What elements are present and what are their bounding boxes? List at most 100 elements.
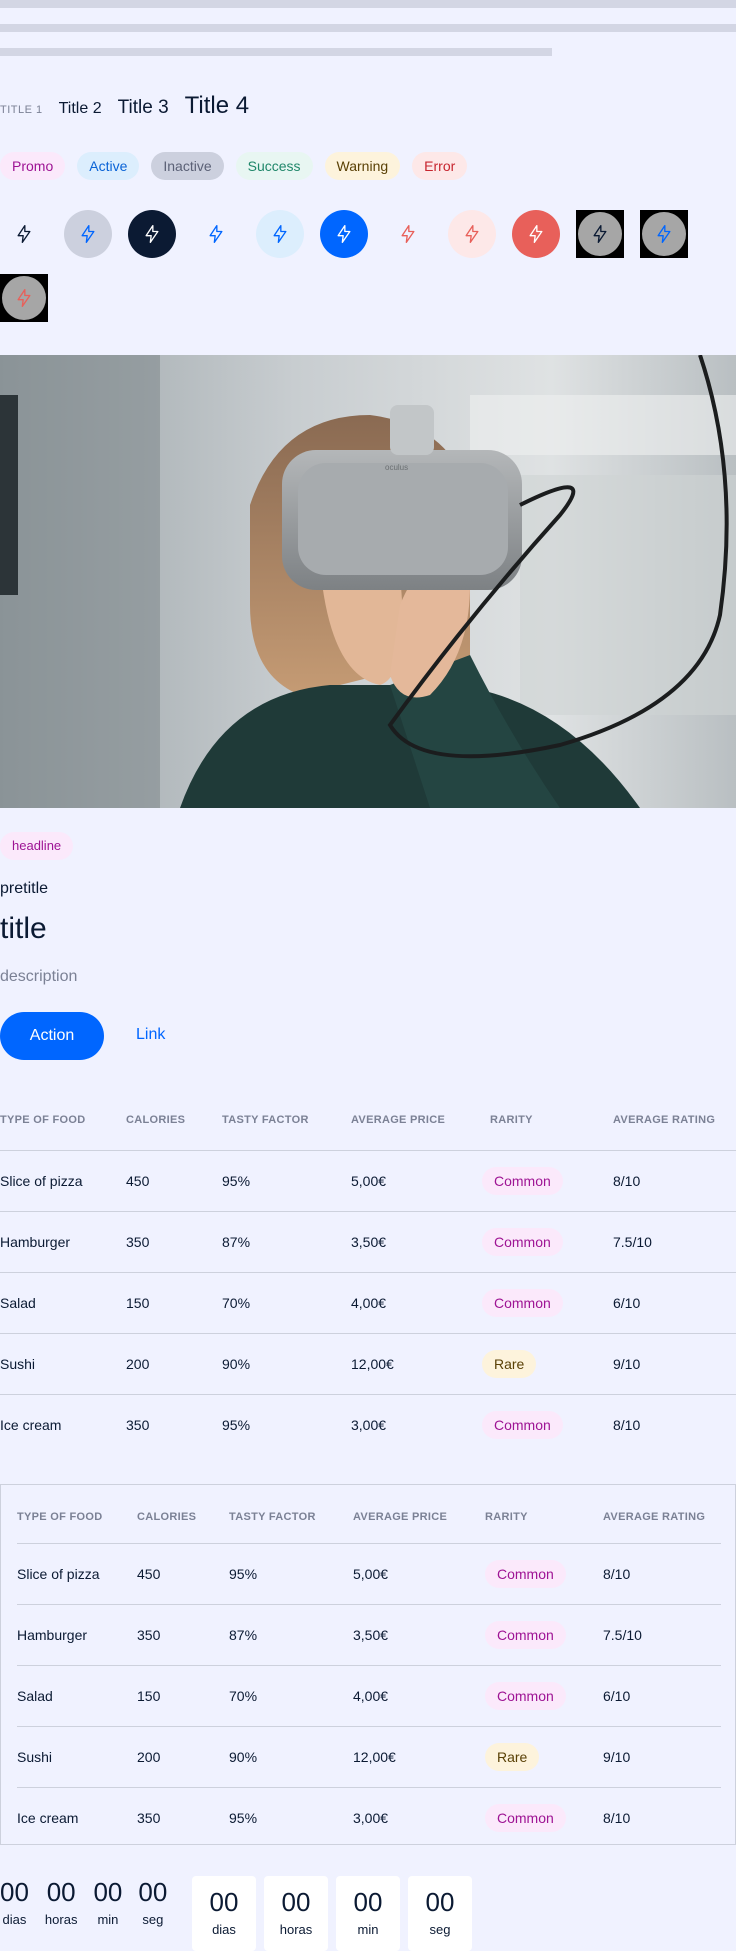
cell-tasty: 70% xyxy=(222,1271,351,1333)
skeleton-bar xyxy=(0,0,736,8)
table-row: Sushi 200 90% 12,00€ Rare 9/10 xyxy=(17,1725,721,1787)
table-row: Slice of pizza 450 95% 5,00€ Common 8/10 xyxy=(0,1149,736,1211)
icon-button-blue-filled[interactable] xyxy=(320,210,368,258)
lightning-icon xyxy=(145,225,159,243)
icon-button-blue-soft[interactable] xyxy=(256,210,304,258)
cell-food: Ice cream xyxy=(0,1393,126,1455)
countdown-box-minutes: 00 min xyxy=(336,1876,400,1951)
rarity-badge: Rare xyxy=(485,1742,540,1771)
cell-food: Hamburger xyxy=(0,1210,126,1272)
lightning-icon xyxy=(465,225,479,243)
cell-price: 3,00€ xyxy=(353,1786,485,1848)
rarity-badge: Common xyxy=(485,1559,566,1588)
cell-price: 4,00€ xyxy=(351,1271,490,1333)
cell-rating: 8/10 xyxy=(603,1786,721,1848)
cell-tasty: 70% xyxy=(229,1664,353,1726)
table-header-row: TYPE OF FOOD CALORIES TASTY FACTOR AVERA… xyxy=(17,1491,721,1543)
icon-button-red-on-black[interactable] xyxy=(0,274,48,322)
title-samples: TITLE 1 Title 2 Title 3 Title 4 xyxy=(0,92,249,120)
table-header-row: TYPE OF FOOD CALORIES TASTY FACTOR AVERA… xyxy=(0,1090,736,1150)
cell-food: Slice of pizza xyxy=(0,1149,126,1211)
cell-price: 12,00€ xyxy=(351,1332,490,1394)
table-row: Sushi 200 90% 12,00€ Rare 9/10 xyxy=(0,1332,736,1394)
lightning-icon xyxy=(81,225,95,243)
header-average-rating: AVERAGE RATING xyxy=(613,1113,716,1126)
cell-rating: 8/10 xyxy=(603,1542,721,1604)
rarity-badge: Rare xyxy=(482,1349,537,1378)
icon-button-red-plain[interactable] xyxy=(384,210,432,258)
cell-rating: 9/10 xyxy=(603,1725,721,1787)
hero-image: oculus xyxy=(0,355,736,808)
header-calories: CALORIES xyxy=(137,1510,197,1523)
cell-tasty: 95% xyxy=(222,1393,351,1455)
food-table-inner: TYPE OF FOOD CALORIES TASTY FACTOR AVERA… xyxy=(17,1491,721,1848)
badge-success: Success xyxy=(235,152,313,180)
icon-button-red-filled[interactable] xyxy=(512,210,560,258)
table-row: Ice cream 350 95% 3,00€ Common 8/10 xyxy=(0,1393,736,1455)
cell-calories: 200 xyxy=(137,1725,229,1787)
table-row: Salad 150 70% 4,00€ Common 6/10 xyxy=(0,1271,736,1333)
cell-tasty: 95% xyxy=(229,1542,353,1604)
badge-inactive: Inactive xyxy=(151,152,224,180)
cell-rating: 8/10 xyxy=(613,1149,736,1211)
cell-tasty: 90% xyxy=(229,1725,353,1787)
rarity-badge: Common xyxy=(482,1227,563,1256)
header-average-price: AVERAGE PRICE xyxy=(353,1510,448,1523)
table-row: Slice of pizza 450 95% 5,00€ Common 8/10 xyxy=(17,1542,721,1604)
icon-button-dark-filled[interactable] xyxy=(128,210,176,258)
lightning-icon xyxy=(209,225,223,243)
icon-button-red-soft[interactable] xyxy=(448,210,496,258)
header-type-of-food: TYPE OF FOOD xyxy=(17,1510,103,1523)
cell-calories: 450 xyxy=(126,1149,222,1211)
food-table-boxed: TYPE OF FOOD CALORIES TASTY FACTOR AVERA… xyxy=(0,1484,736,1848)
header-rarity: RARITY xyxy=(485,1510,528,1523)
header-tasty-factor: TASTY FACTOR xyxy=(229,1510,316,1523)
countdown-minutes: 00 min xyxy=(93,1877,123,1927)
lightning-icon xyxy=(593,225,607,243)
lightning-icon xyxy=(273,225,287,243)
cell-tasty: 90% xyxy=(222,1332,351,1394)
table-row: Salad 150 70% 4,00€ Common 6/10 xyxy=(17,1664,721,1726)
cell-calories: 350 xyxy=(137,1786,229,1848)
cell-tasty: 95% xyxy=(229,1786,353,1848)
cell-price: 3,00€ xyxy=(351,1393,490,1455)
icon-button-dark-on-black[interactable] xyxy=(576,210,624,258)
cell-food: Sushi xyxy=(17,1725,137,1787)
countdown-box-days: 00 dias xyxy=(192,1876,256,1951)
cell-price: 5,00€ xyxy=(353,1542,485,1604)
lightning-icon xyxy=(17,225,31,243)
cell-calories: 350 xyxy=(137,1603,229,1665)
card-pretitle: pretitle xyxy=(0,880,49,897)
icon-button-dark-plain[interactable] xyxy=(0,210,48,258)
table-row: Ice cream 350 95% 3,00€ Common 8/10 xyxy=(17,1786,721,1848)
countdown-seconds: 00 seg xyxy=(138,1877,168,1927)
cell-rating: 7.5/10 xyxy=(613,1210,736,1272)
countdown-box-seconds: 00 seg xyxy=(408,1876,472,1951)
food-table: TYPE OF FOOD CALORIES TASTY FACTOR AVERA… xyxy=(0,1090,736,1455)
cell-tasty: 87% xyxy=(229,1603,353,1665)
icon-button-blue-on-grey[interactable] xyxy=(64,210,112,258)
countdown-days: 00 dias xyxy=(0,1877,29,1927)
cell-calories: 150 xyxy=(126,1271,222,1333)
link-button[interactable]: Link xyxy=(136,1026,165,1044)
svg-text:oculus: oculus xyxy=(385,463,408,472)
cell-price: 5,00€ xyxy=(351,1149,490,1211)
cell-food: Ice cream xyxy=(17,1786,137,1848)
headline-tag: headline xyxy=(0,832,74,860)
badge-promo: Promo xyxy=(0,152,66,180)
cell-rating: 6/10 xyxy=(613,1271,736,1333)
cell-calories: 350 xyxy=(126,1393,222,1455)
icon-button-blue-on-black[interactable] xyxy=(640,210,688,258)
cell-calories: 150 xyxy=(137,1664,229,1726)
title-3: Title 3 xyxy=(117,97,169,118)
cell-rating: 8/10 xyxy=(613,1393,736,1455)
action-button[interactable]: Action xyxy=(0,1012,104,1060)
icon-button-blue-plain[interactable] xyxy=(192,210,240,258)
header-average-price: AVERAGE PRICE xyxy=(351,1113,446,1126)
title-1: TITLE 1 xyxy=(0,104,43,116)
table-row: Hamburger 350 87% 3,50€ Common 7.5/10 xyxy=(0,1210,736,1272)
header-type-of-food: TYPE OF FOOD xyxy=(0,1113,86,1126)
cell-tasty: 95% xyxy=(222,1149,351,1211)
card-description: description xyxy=(0,968,78,985)
skeleton-bar xyxy=(0,24,736,32)
